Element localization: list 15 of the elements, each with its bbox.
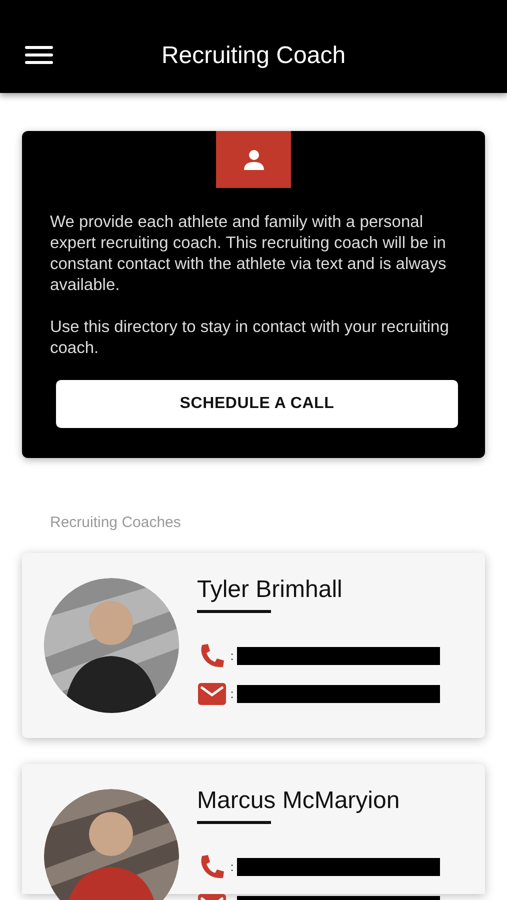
schedule-call-button[interactable]: SCHEDULE A CALL — [56, 380, 458, 428]
coach-name: Tyler Brimhall — [197, 576, 344, 604]
separator: : — [229, 686, 235, 704]
page-title: Recruiting Coach — [161, 40, 346, 70]
phone-icon[interactable] — [199, 854, 225, 880]
intro-text: Use this directory to stay in contact with your recruiting coach. — [50, 317, 450, 359]
separator: : — [229, 859, 235, 876]
intro-text: We provide each athlete and family with a personal expert recruiting coach. This recruiting coach will be in constant contact with the athlete via text and is always available. — [50, 212, 448, 296]
email-icon[interactable] — [198, 683, 226, 706]
person-icon — [242, 148, 264, 170]
separator: : — [229, 648, 235, 666]
coach-name: Marcus McMaryion — [197, 786, 401, 816]
phone-icon[interactable] — [199, 643, 225, 670]
menu-icon[interactable] — [25, 45, 53, 65]
section-label: Recruiting Coaches — [50, 513, 182, 533]
